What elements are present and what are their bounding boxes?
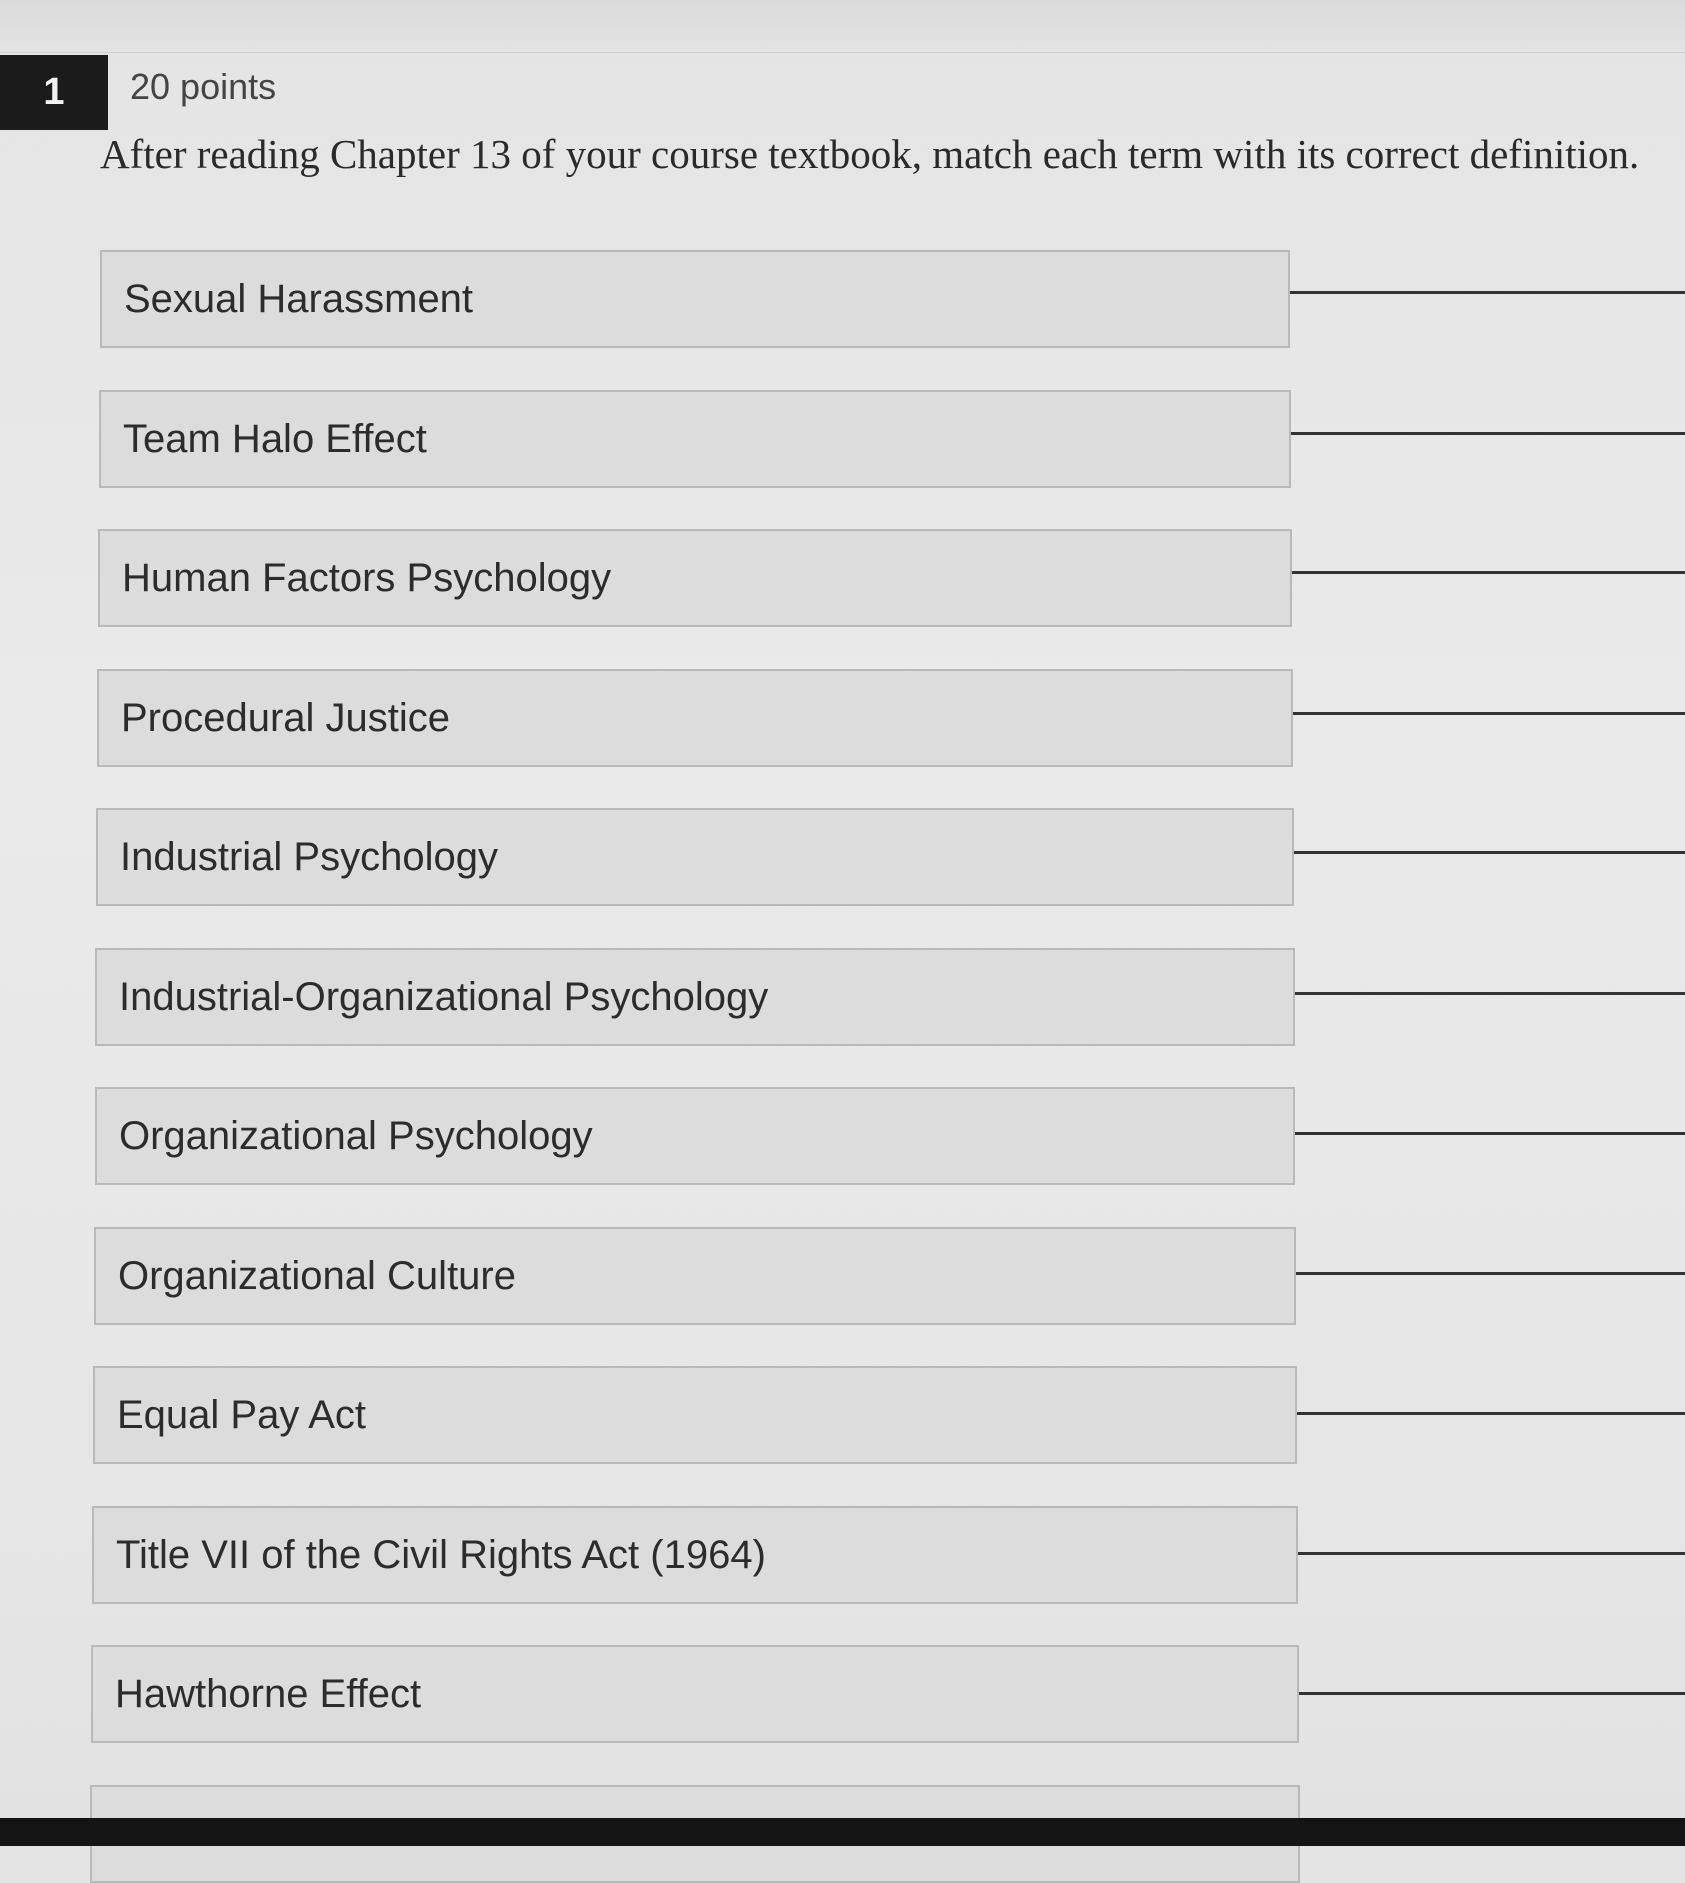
term-card[interactable]: Organizational Psychology <box>95 1087 1295 1185</box>
answer-drop-line[interactable] <box>1299 1692 1685 1695</box>
answer-drop-line[interactable] <box>1295 992 1685 995</box>
matching-list: Sexual Harassment Team Halo Effect Human F… <box>0 0 1685 1883</box>
answer-drop-line[interactable] <box>1296 1272 1685 1275</box>
term-card[interactable]: Equal Pay Act <box>93 1366 1297 1464</box>
term-label: Equal Pay Act <box>117 1392 367 1437</box>
answer-drop-line[interactable] <box>1295 1132 1685 1135</box>
term-card[interactable]: Procedural Justice <box>97 669 1293 767</box>
answer-drop-line[interactable] <box>1293 712 1685 715</box>
term-card[interactable]: Sexual Harassment <box>100 250 1290 348</box>
answer-drop-line[interactable] <box>1291 432 1685 435</box>
term-card[interactable]: Team Halo Effect <box>99 390 1291 488</box>
term-label: Procedural Justice <box>121 695 451 740</box>
term-label: Human Factors Psychology <box>122 555 612 600</box>
answer-drop-line[interactable] <box>1297 1412 1685 1415</box>
term-card[interactable]: Human Factors Psychology <box>98 529 1292 627</box>
term-card[interactable]: Title VII of the Civil Rights Act (1964) <box>92 1506 1298 1604</box>
term-label: Industrial Psychology <box>120 834 498 879</box>
term-label: Hawthorne Effect <box>115 1671 422 1716</box>
term-label: Organizational Psychology <box>119 1113 593 1158</box>
term-label: Title VII of the Civil Rights Act (1964) <box>116 1532 766 1577</box>
term-card[interactable]: Industrial Psychology <box>96 808 1294 906</box>
answer-drop-line[interactable] <box>1294 851 1685 854</box>
term-card[interactable]: Organizational Culture <box>94 1227 1296 1325</box>
term-card[interactable]: Hawthorne Effect <box>91 1645 1299 1743</box>
bottom-edge <box>0 1818 1685 1846</box>
term-label: Sexual Harassment <box>124 276 474 321</box>
term-card[interactable]: Industrial-Organizational Psychology <box>95 948 1295 1046</box>
answer-drop-line[interactable] <box>1290 291 1685 294</box>
answer-drop-line[interactable] <box>1298 1552 1685 1555</box>
term-label: Industrial-Organizational Psychology <box>119 974 769 1019</box>
answer-drop-line[interactable] <box>1292 571 1685 574</box>
term-label: Organizational Culture <box>118 1253 516 1298</box>
term-label: Team Halo Effect <box>123 416 427 461</box>
